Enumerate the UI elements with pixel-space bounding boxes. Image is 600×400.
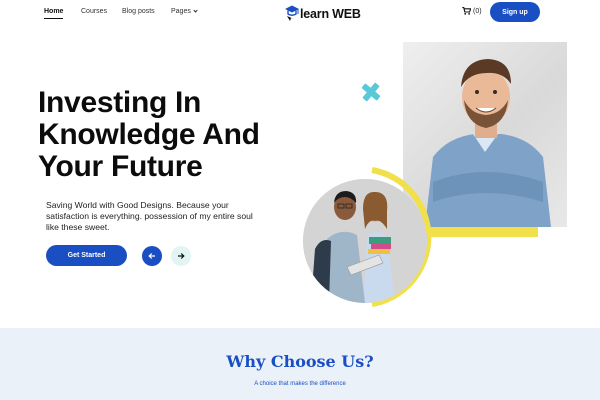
next-slide-button[interactable] (171, 246, 191, 266)
prev-slide-button[interactable] (142, 246, 162, 266)
hero-description: Saving World with Good Designs. Because … (46, 200, 253, 232)
cart-count: (0) (473, 7, 482, 15)
section-subtitle: A choice that makes the difference (254, 381, 346, 387)
get-started-button[interactable]: Get Started (46, 245, 127, 266)
hero-photo-students (303, 179, 427, 303)
top-nav: Home Courses Blog posts Pages learn WEB … (0, 0, 600, 26)
hero-title: Investing In Knowledge And Your Future (38, 86, 260, 183)
arrow-left-icon (148, 253, 155, 259)
nav-blog-link[interactable]: Blog posts (122, 8, 155, 15)
signup-button[interactable]: Sign up (490, 2, 540, 22)
nav-active-underline (44, 18, 63, 19)
nav-courses-link[interactable]: Courses (81, 8, 107, 15)
nav-home-link[interactable]: Home (44, 8, 63, 15)
nav-pages-dropdown[interactable]: Pages (171, 8, 198, 15)
cart-icon (462, 7, 471, 15)
chevron-down-icon (193, 8, 198, 13)
graduation-cap-icon (285, 5, 299, 21)
arrow-right-icon (178, 253, 185, 259)
why-choose-us-section: Why Choose Us? A choice that makes the d… (0, 328, 600, 400)
brand-name: learn WEB (300, 7, 361, 21)
section-title: Why Choose Us? (226, 352, 374, 371)
cart-link[interactable]: (0) (462, 7, 482, 15)
nav-pages-label: Pages (171, 8, 191, 15)
